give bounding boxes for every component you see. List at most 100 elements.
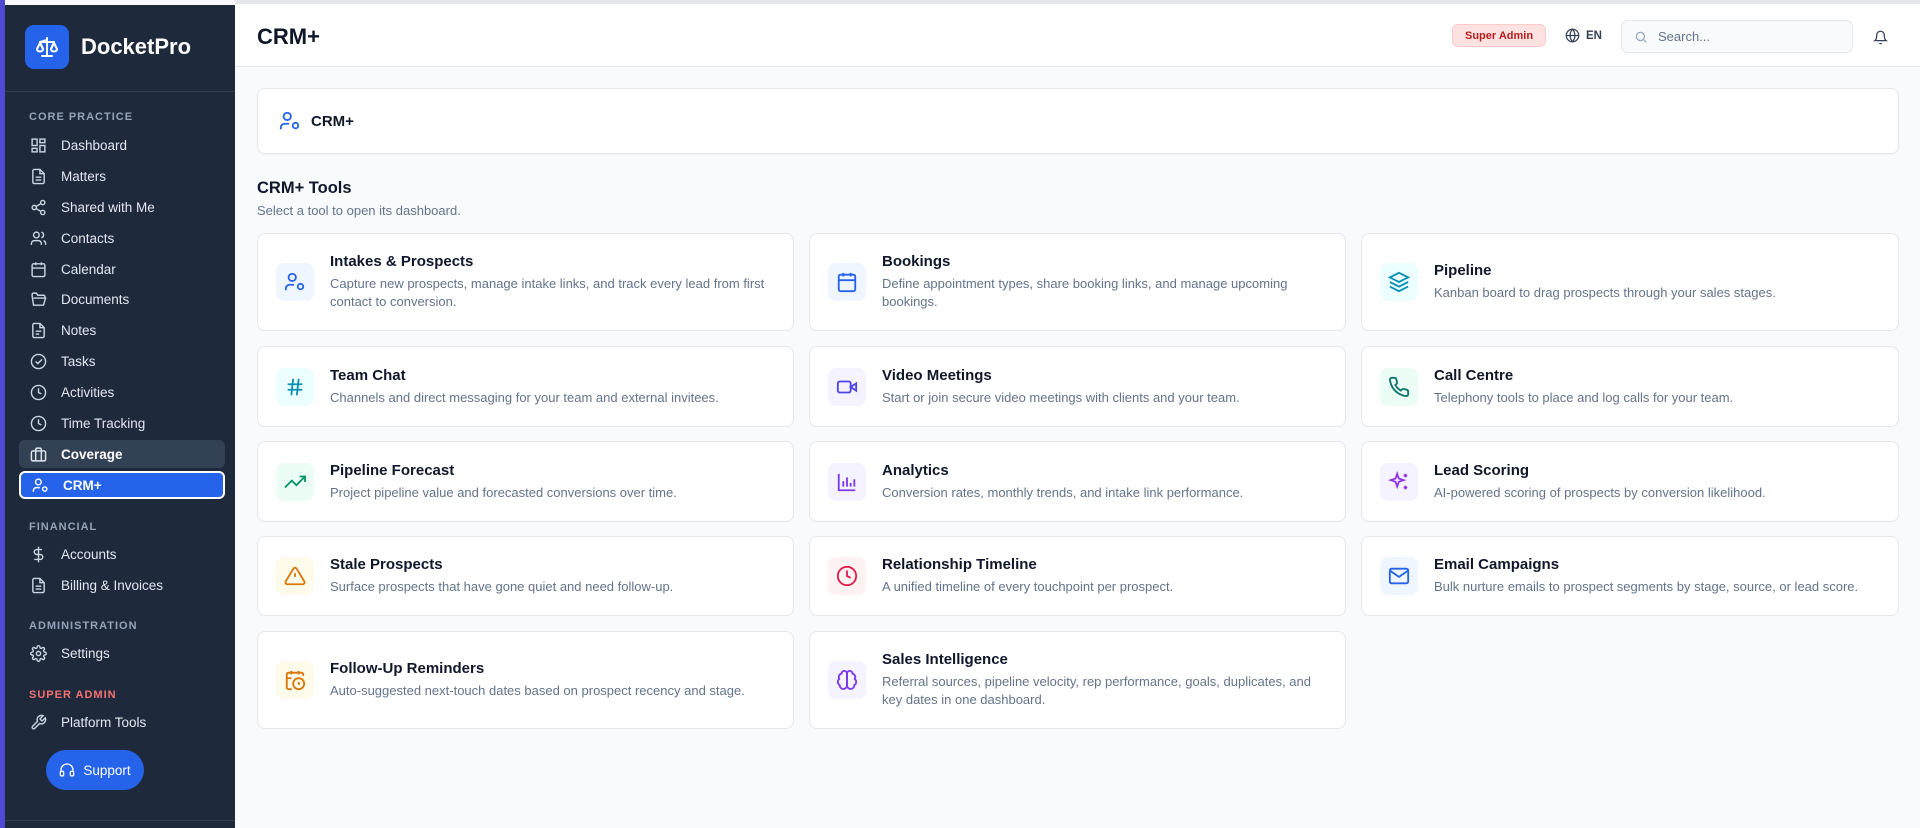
user-cog-icon bbox=[279, 110, 301, 132]
tool-card-call-centre[interactable]: Call Centre Telephony tools to place and … bbox=[1361, 346, 1899, 427]
language-code: EN bbox=[1586, 29, 1602, 42]
tool-description: AI-powered scoring of prospects by conve… bbox=[1434, 484, 1766, 500]
sparkles-icon bbox=[1380, 462, 1418, 501]
brain-icon bbox=[828, 661, 866, 699]
sidebar-item-matters[interactable]: Matters bbox=[19, 162, 225, 190]
clock-icon bbox=[29, 414, 47, 432]
sidebar-item-time-tracking[interactable]: Time Tracking bbox=[19, 409, 225, 437]
sidebar-item-platform-tools[interactable]: Platform Tools bbox=[19, 708, 225, 736]
calendar-icon bbox=[29, 260, 47, 278]
search-box[interactable] bbox=[1621, 20, 1853, 53]
tool-card-pipeline[interactable]: Pipeline Kanban board to drag prospects t… bbox=[1361, 233, 1899, 331]
mail-icon bbox=[1380, 557, 1418, 595]
sidebar-item-tasks[interactable]: Tasks bbox=[19, 347, 225, 375]
sidebar-item-settings[interactable]: Settings bbox=[19, 639, 225, 667]
tool-name: Video Meetings bbox=[882, 366, 992, 384]
tool-description: Conversion rates, monthly trends, and in… bbox=[882, 484, 1244, 500]
tool-description: Start or join secure video meetings with… bbox=[882, 389, 1240, 405]
sidebar-item-billing-invoices[interactable]: Billing & Invoices bbox=[19, 571, 225, 599]
sidebar-item-accounts[interactable]: Accounts bbox=[19, 540, 225, 568]
bell-icon[interactable] bbox=[1873, 30, 1888, 45]
tool-description: Channels and direct messaging for your t… bbox=[330, 389, 719, 405]
tool-description: Project pipeline value and forecasted co… bbox=[330, 484, 677, 500]
search-icon bbox=[1634, 30, 1648, 44]
tool-description: Auto-suggested next-touch dates based on… bbox=[330, 683, 745, 698]
sidebar-item-label: Billing & Invoices bbox=[61, 577, 164, 593]
tool-card-follow-up-reminders[interactable]: Follow-Up Reminders Auto-suggested next-t… bbox=[257, 631, 794, 729]
scales-logo-icon bbox=[25, 25, 69, 69]
section-label-super-admin: SUPER ADMIN bbox=[29, 689, 117, 701]
role-badge: Super Admin bbox=[1452, 24, 1547, 47]
dollar-icon bbox=[29, 545, 47, 563]
support-label: Support bbox=[83, 762, 131, 778]
invoice-icon bbox=[29, 576, 47, 594]
tool-card-team-chat[interactable]: Team Chat Channels and direct messaging f… bbox=[257, 346, 794, 427]
brand-name: DocketPro bbox=[81, 34, 192, 59]
briefcase-icon bbox=[29, 445, 47, 463]
tool-name: Follow-Up Reminders bbox=[330, 660, 485, 677]
tool-name: Intakes & Prospects bbox=[330, 253, 474, 270]
sidebar-item-contacts[interactable]: Contacts bbox=[19, 224, 225, 252]
sidebar-item-notes[interactable]: Notes bbox=[19, 316, 225, 344]
tool-card-relationship-timeline[interactable]: Relationship Timeline A unified timeline … bbox=[809, 536, 1346, 616]
sidebar: DocketPro CORE PRACTICE Dashboard Matter… bbox=[5, 5, 235, 828]
tool-card-video-meetings[interactable]: Video Meetings Start or join secure video… bbox=[809, 346, 1346, 427]
user-cog-icon bbox=[276, 263, 314, 301]
tool-card-email-campaigns[interactable]: Email Campaigns Bulk nurture emails to pr… bbox=[1361, 536, 1899, 616]
sidebar-item-label: Activities bbox=[61, 384, 115, 400]
tool-card-stale-prospects[interactable]: Stale Prospects Surface prospects that ha… bbox=[257, 536, 794, 616]
tool-card-bookings[interactable]: Bookings Define appointment types, share … bbox=[809, 233, 1346, 331]
alert-triangle-icon bbox=[276, 557, 314, 595]
layers-icon bbox=[1380, 263, 1418, 301]
wrench-icon bbox=[29, 713, 47, 731]
sidebar-item-label: Documents bbox=[61, 291, 130, 307]
support-button[interactable]: Support bbox=[46, 750, 144, 790]
file-text-icon bbox=[29, 167, 47, 185]
sidebar-item-coverage[interactable]: Coverage bbox=[19, 440, 225, 468]
sidebar-item-documents[interactable]: Documents bbox=[19, 285, 225, 313]
tool-name: Stale Prospects bbox=[330, 556, 443, 573]
tool-description: Telephony tools to place and log calls f… bbox=[1434, 389, 1734, 405]
section-label-administration: ADMINISTRATION bbox=[29, 620, 138, 632]
sidebar-item-shared-with-me[interactable]: Shared with Me bbox=[19, 193, 225, 221]
sidebar-item-label: Contacts bbox=[61, 230, 115, 246]
sidebar-item-dashboard[interactable]: Dashboard bbox=[19, 131, 225, 159]
tool-card-intakes-prospects[interactable]: Intakes & Prospects Capture new prospects… bbox=[257, 233, 794, 331]
phone-icon bbox=[1380, 367, 1418, 406]
tool-description: Define appointment types, share booking … bbox=[882, 276, 1288, 309]
gear-icon bbox=[29, 644, 47, 662]
dashboard-icon bbox=[29, 136, 47, 154]
sidebar-item-label: Coverage bbox=[61, 446, 123, 462]
sidebar-item-calendar[interactable]: Calendar bbox=[19, 255, 225, 283]
sidebar-item-label: Notes bbox=[61, 322, 97, 338]
top-bar: CRM+ Super Admin EN bbox=[235, 0, 1920, 67]
sidebar-item-activities[interactable]: Activities bbox=[19, 378, 225, 406]
tool-name: Lead Scoring bbox=[1434, 461, 1530, 479]
tool-card-sales-intelligence[interactable]: Sales Intelligence Referral sources, pipe… bbox=[809, 631, 1346, 729]
tool-description: A unified timeline of every touchpoint p… bbox=[882, 579, 1174, 594]
tool-card-analytics[interactable]: Analytics Conversion rates, monthly trend… bbox=[809, 441, 1346, 522]
tool-card-pipeline-forecast[interactable]: Pipeline Forecast Project pipeline value … bbox=[257, 441, 794, 522]
tool-name: Relationship Timeline bbox=[882, 556, 1037, 573]
search-input[interactable] bbox=[1658, 29, 1838, 44]
check-circle-icon bbox=[29, 352, 47, 370]
tool-card-lead-scoring[interactable]: Lead Scoring AI-powered scoring of prospe… bbox=[1361, 441, 1899, 522]
tool-description: Kanban board to drag prospects through y… bbox=[1434, 285, 1776, 300]
sidebar-item-label: Platform Tools bbox=[61, 714, 147, 730]
tool-name: Analytics bbox=[882, 461, 949, 479]
language-switcher[interactable]: EN bbox=[1565, 28, 1602, 43]
bar-chart-icon bbox=[828, 462, 866, 501]
calendar-clock-icon bbox=[276, 661, 314, 699]
sidebar-item-label: Dashboard bbox=[61, 137, 128, 153]
crm-header-card: CRM+ bbox=[257, 88, 1899, 154]
tool-name: Sales Intelligence bbox=[882, 651, 1008, 668]
tools-title: CRM+ Tools bbox=[257, 179, 352, 197]
calendar-icon bbox=[828, 263, 866, 301]
crm-card-label: CRM+ bbox=[311, 112, 354, 130]
divider bbox=[5, 91, 235, 92]
tool-description: Surface prospects that have gone quiet a… bbox=[330, 579, 674, 594]
sidebar-item-label: CRM+ bbox=[63, 477, 102, 493]
sidebar-item-crm[interactable]: CRM+ bbox=[19, 471, 225, 499]
brand[interactable]: DocketPro bbox=[25, 25, 191, 69]
tool-name: Pipeline bbox=[1434, 262, 1492, 279]
